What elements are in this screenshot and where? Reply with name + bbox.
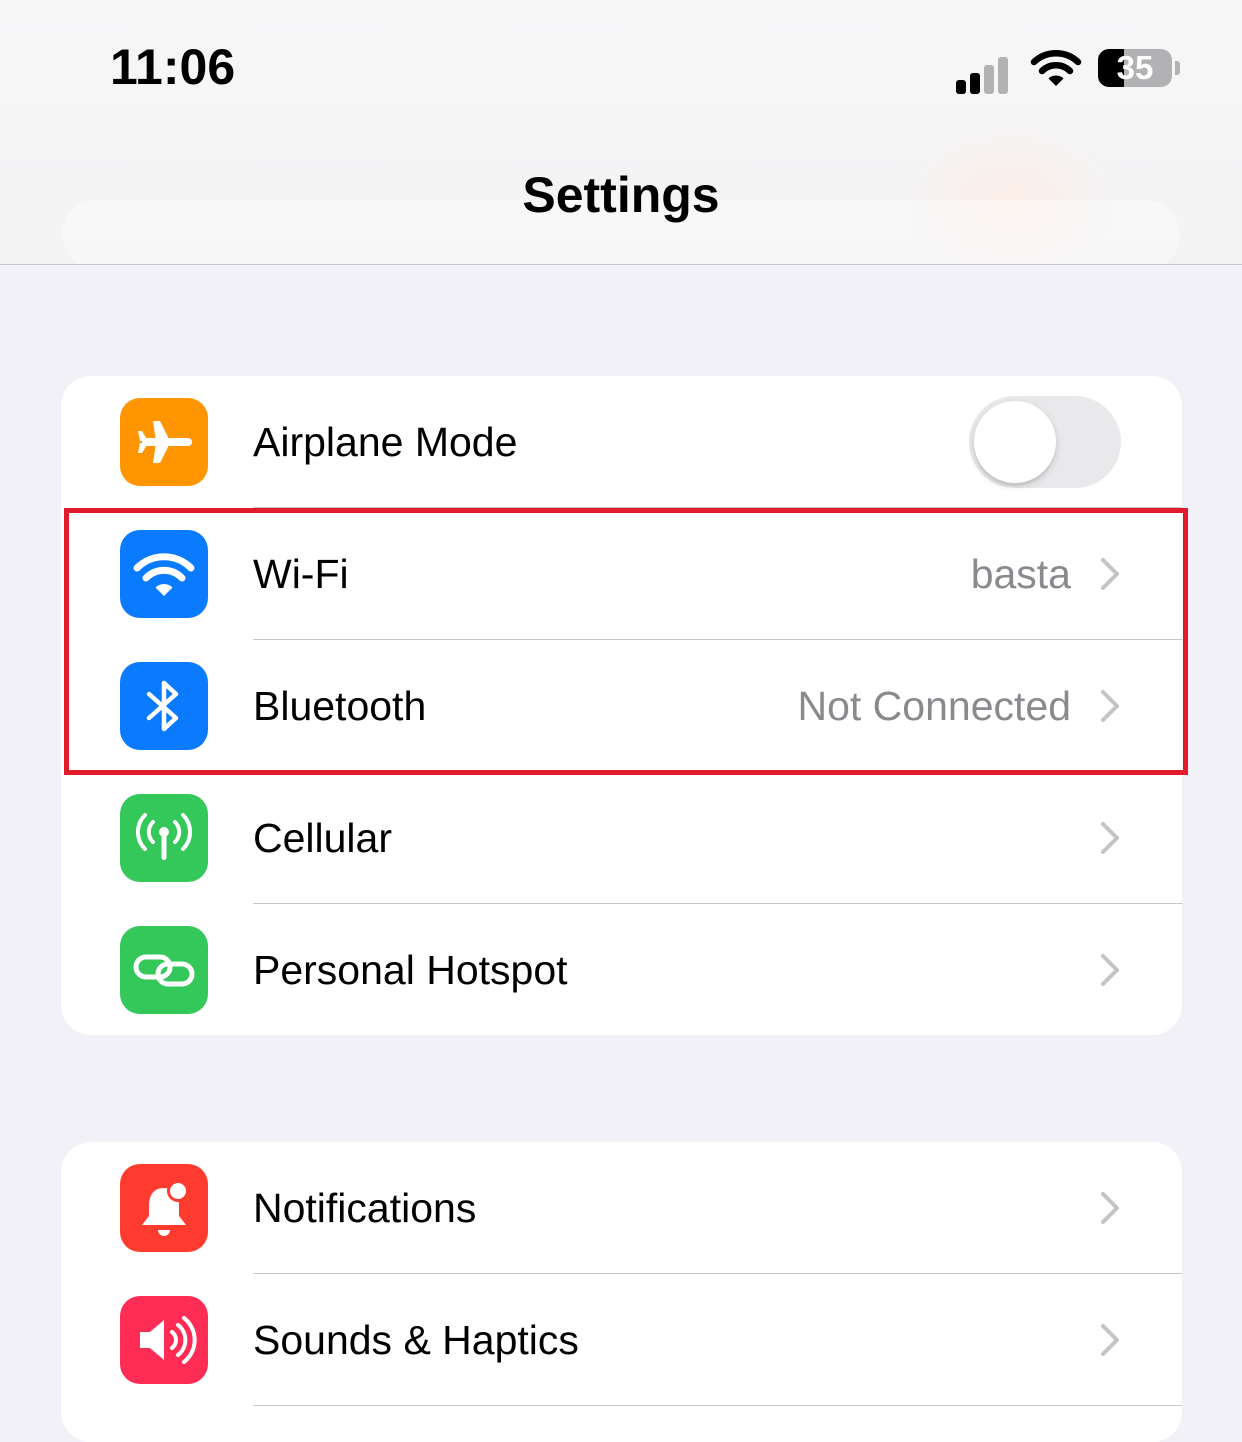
link-icon (120, 926, 208, 1014)
wifi-icon (120, 530, 208, 618)
status-icons: 35 (950, 44, 1190, 94)
chevron-right-icon (1101, 954, 1119, 986)
chevron-right-icon (1101, 1324, 1119, 1356)
row-airplane-mode[interactable]: Airplane Mode (61, 376, 1182, 508)
bell-icon (120, 1164, 208, 1252)
row-cellular[interactable]: Cellular (61, 772, 1182, 904)
header-divider (0, 264, 1242, 265)
speaker-icon (120, 1296, 208, 1384)
row-separator (253, 1405, 1182, 1406)
airplane-mode-toggle[interactable] (969, 396, 1121, 488)
row-personal-hotspot[interactable]: Personal Hotspot (61, 904, 1182, 1035)
battery-cap (1175, 61, 1180, 75)
row-sounds-haptics[interactable]: Sounds & Haptics (61, 1274, 1182, 1406)
chevron-right-icon (1101, 1192, 1119, 1224)
row-notifications[interactable]: Notifications (61, 1142, 1182, 1274)
row-bluetooth[interactable]: Bluetooth Not Connected (61, 640, 1182, 772)
row-label: Notifications (253, 1185, 477, 1231)
row-label: Airplane Mode (253, 419, 518, 465)
antenna-icon (120, 794, 208, 882)
airplane-icon (120, 398, 208, 486)
battery-percent: 35 (1116, 49, 1154, 86)
signal-bar (956, 80, 966, 94)
row-label: Bluetooth (253, 683, 427, 729)
wifi-network-name: basta (970, 551, 1071, 597)
row-label: Cellular (253, 815, 392, 861)
row-label: Personal Hotspot (253, 947, 568, 993)
toggle-knob[interactable] (974, 401, 1056, 483)
row-label: Wi-Fi (253, 551, 349, 597)
settings-group-connectivity: Airplane Mode Wi-Fi basta Bluetooth Not … (61, 376, 1182, 1035)
wifi-status-icon (1030, 50, 1082, 86)
settings-group-notifications: Notifications Sounds & Haptics (61, 1142, 1182, 1442)
row-wifi[interactable]: Wi-Fi basta (61, 508, 1182, 640)
chevron-right-icon (1101, 822, 1119, 854)
bluetooth-icon (120, 662, 208, 750)
chevron-right-icon (1101, 558, 1119, 590)
page-title: Settings (522, 167, 720, 223)
signal-bar (970, 73, 980, 94)
signal-bar (984, 65, 994, 94)
status-time: 11:06 (110, 39, 236, 95)
signal-bar (998, 57, 1008, 94)
chevron-right-icon (1101, 690, 1119, 722)
battery-icon: 35 (1098, 49, 1172, 87)
bluetooth-status: Not Connected (797, 683, 1071, 729)
row-label: Sounds & Haptics (253, 1317, 579, 1363)
